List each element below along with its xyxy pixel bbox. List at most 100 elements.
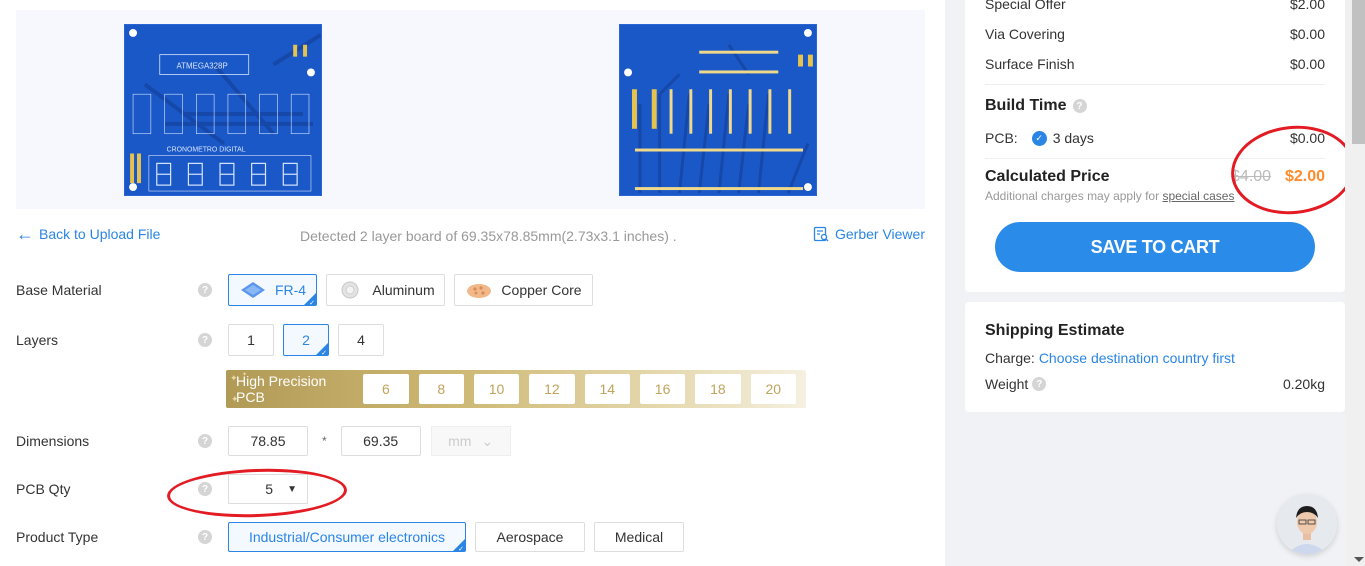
divider xyxy=(985,84,1325,85)
shipping-estimate-title: Shipping Estimate xyxy=(985,322,1125,339)
help-icon[interactable]: ? xyxy=(198,482,212,496)
base-material-option-label: FR-4 xyxy=(274,282,307,298)
gerber-preview: ATMEGA328P CRONOMETRO DIGITAL xyxy=(16,10,925,209)
base-material-option-label: Aluminum xyxy=(372,282,435,298)
layers-option-6[interactable]: 6 xyxy=(363,374,409,404)
layers-option-12[interactable]: 12 xyxy=(529,374,575,404)
base-material-option-copper-core[interactable]: Copper Core xyxy=(454,274,593,306)
pcb-top-layer-drawing: ATMEGA328P CRONOMETRO DIGITAL xyxy=(125,25,321,195)
price-line-value: $0.00 xyxy=(1289,26,1325,42)
layers-option-16[interactable]: 16 xyxy=(639,374,686,404)
calculated-price-line: Calculated Price $4.00 $2.00 xyxy=(985,168,1325,186)
layers-label: Layers xyxy=(16,332,59,348)
svg-text:ATMEGA328P: ATMEGA328P xyxy=(177,61,228,70)
shipping-estimate-card: Shipping Estimate Charge: Choose destina… xyxy=(965,302,1345,412)
product-type-row: Product Type ? Industrial/Consumer elect… xyxy=(16,521,693,553)
calculated-price-title: Calculated Price xyxy=(985,168,1110,185)
high-precision-label: High Precision PCB xyxy=(236,373,327,405)
dimensions-row: Dimensions ? 78.85 * 69.35 mm ⌄ xyxy=(16,425,511,457)
copper-core-icon xyxy=(465,281,493,299)
dimension-height-input[interactable]: 69.35 xyxy=(340,426,421,456)
build-time-title-text: Build Time xyxy=(985,97,1067,114)
gerber-viewer-label: Gerber Viewer xyxy=(834,226,925,242)
dimensions-label: Dimensions xyxy=(16,433,90,449)
fr4-icon xyxy=(239,281,267,299)
dimension-unit-select[interactable]: mm ⌄ xyxy=(430,426,511,456)
pcb-qty-row: PCB Qty ? 5 ▼ xyxy=(16,473,308,505)
help-icon[interactable]: ? xyxy=(198,333,212,347)
price-line-special-offer: Special Offer $2.00 xyxy=(985,0,1325,12)
svg-text:CRONOMETRO DIGITAL: CRONOMETRO DIGITAL xyxy=(167,147,246,154)
base-material-option-label: Copper Core xyxy=(501,282,582,298)
detected-board-info: Detected 2 layer board of 69.35x78.85mm(… xyxy=(300,228,677,244)
pcb-qty-label: PCB Qty xyxy=(16,481,71,497)
price-line-via-covering: Via Covering $0.00 xyxy=(985,26,1325,42)
help-icon[interactable]: ? xyxy=(198,434,212,448)
page-scrollbar[interactable] xyxy=(1345,0,1365,566)
price-line-label: Special Offer xyxy=(985,0,1066,12)
sparkle-icon: ✦ xyxy=(230,373,238,383)
shipping-charge-line: Charge: Choose destination country first xyxy=(985,350,1325,366)
additional-charges-text: Additional charges may apply for xyxy=(985,189,1160,203)
price-line-label: Surface Finish xyxy=(985,56,1075,72)
back-to-upload-label: Back to Upload File xyxy=(39,226,161,242)
caret-down-icon: ▼ xyxy=(287,483,297,495)
aluminum-icon xyxy=(336,281,364,299)
base-material-option-fr4[interactable]: FR-4 xyxy=(228,274,317,307)
save-to-cart-button[interactable]: SAVE TO CART xyxy=(995,222,1315,272)
original-price: $4.00 xyxy=(1231,168,1272,185)
arrow-left-icon: ← xyxy=(16,224,34,244)
weight-value: 0.20kg xyxy=(1282,376,1325,392)
layers-option-4[interactable]: 4 xyxy=(338,324,384,356)
product-type-option-medical[interactable]: Medical xyxy=(594,522,684,552)
scrollbar-thumb[interactable] xyxy=(1352,0,1365,144)
pcb-bottom-layer-drawing xyxy=(620,25,816,195)
pcb-qty-value: 5 xyxy=(265,481,274,497)
layers-option-14[interactable]: 14 xyxy=(584,374,630,404)
agent-portrait-icon xyxy=(1277,494,1337,554)
pcb-qty-select[interactable]: 5 ▼ xyxy=(228,474,308,504)
build-time-value: $0.00 xyxy=(1289,130,1325,146)
layers-option-8[interactable]: 8 xyxy=(418,374,464,404)
price-line-label: Via Covering xyxy=(985,26,1065,42)
dimension-width-input[interactable]: 78.85 xyxy=(228,426,308,456)
product-type-option-industrial[interactable]: Industrial/Consumer electronics xyxy=(228,522,466,553)
choose-country-link[interactable]: Choose destination country first xyxy=(1039,350,1235,366)
build-time-pcb-label: PCB: xyxy=(985,130,1018,146)
support-agent-avatar[interactable] xyxy=(1277,494,1337,554)
divider xyxy=(985,158,1325,159)
base-material-option-aluminum[interactable]: Aluminum xyxy=(326,274,445,306)
layers-option-18[interactable]: 18 xyxy=(695,374,741,404)
sparkle-icon: ✦ xyxy=(242,372,248,378)
help-icon[interactable]: ? xyxy=(198,530,212,544)
dimension-unit-value: mm xyxy=(448,433,472,449)
product-type-option-aerospace[interactable]: Aerospace xyxy=(475,522,585,552)
layers-option-20[interactable]: 20 xyxy=(750,374,796,404)
layers-row: Layers ? 1 2 4 xyxy=(16,324,393,357)
build-time-pcb-line: PCB: ✓ 3 days $0.00 xyxy=(985,130,1325,146)
build-time-pcb-option[interactable]: PCB: ✓ 3 days xyxy=(985,130,1094,146)
help-icon[interactable]: ? xyxy=(1032,377,1047,391)
pcb-bottom-view-image xyxy=(619,24,817,196)
layers-option-2[interactable]: 2 xyxy=(283,324,329,357)
price-line-surface-finish: Surface Finish $0.00 xyxy=(985,56,1325,72)
layers-option-1[interactable]: 1 xyxy=(228,324,274,356)
order-summary-sidebar: Special Offer $2.00 Via Covering $0.00 S… xyxy=(945,0,1360,566)
high-precision-layers-bar: ✦ ✦ ✦ High Precision PCB 6 8 10 12 14 16… xyxy=(226,370,806,408)
preview-toolbar: ← Back to Upload File Detected 2 layer b… xyxy=(16,224,925,246)
check-circle-icon: ✓ xyxy=(1031,130,1047,146)
price-card: Special Offer $2.00 Via Covering $0.00 S… xyxy=(965,0,1345,292)
back-to-upload-link[interactable]: ← Back to Upload File xyxy=(16,224,161,244)
product-type-label: Product Type xyxy=(16,529,99,545)
gerber-viewer-link[interactable]: Gerber Viewer xyxy=(813,226,925,242)
scroll-down-arrow-icon[interactable] xyxy=(1354,557,1364,562)
chevron-down-icon: ⌄ xyxy=(481,432,494,449)
weight-line: Weight ? 0.20kg xyxy=(985,376,1325,392)
weight-label: Weight xyxy=(985,376,1029,392)
build-time-option-label: 3 days xyxy=(1052,130,1094,146)
help-icon[interactable]: ? xyxy=(1072,99,1087,113)
special-cases-link[interactable]: special cases xyxy=(1162,189,1234,203)
base-material-row: Base Material ? FR-4 Aluminum Copper Cor… xyxy=(16,274,602,307)
layers-option-10[interactable]: 10 xyxy=(473,374,520,404)
help-icon[interactable]: ? xyxy=(198,283,212,297)
